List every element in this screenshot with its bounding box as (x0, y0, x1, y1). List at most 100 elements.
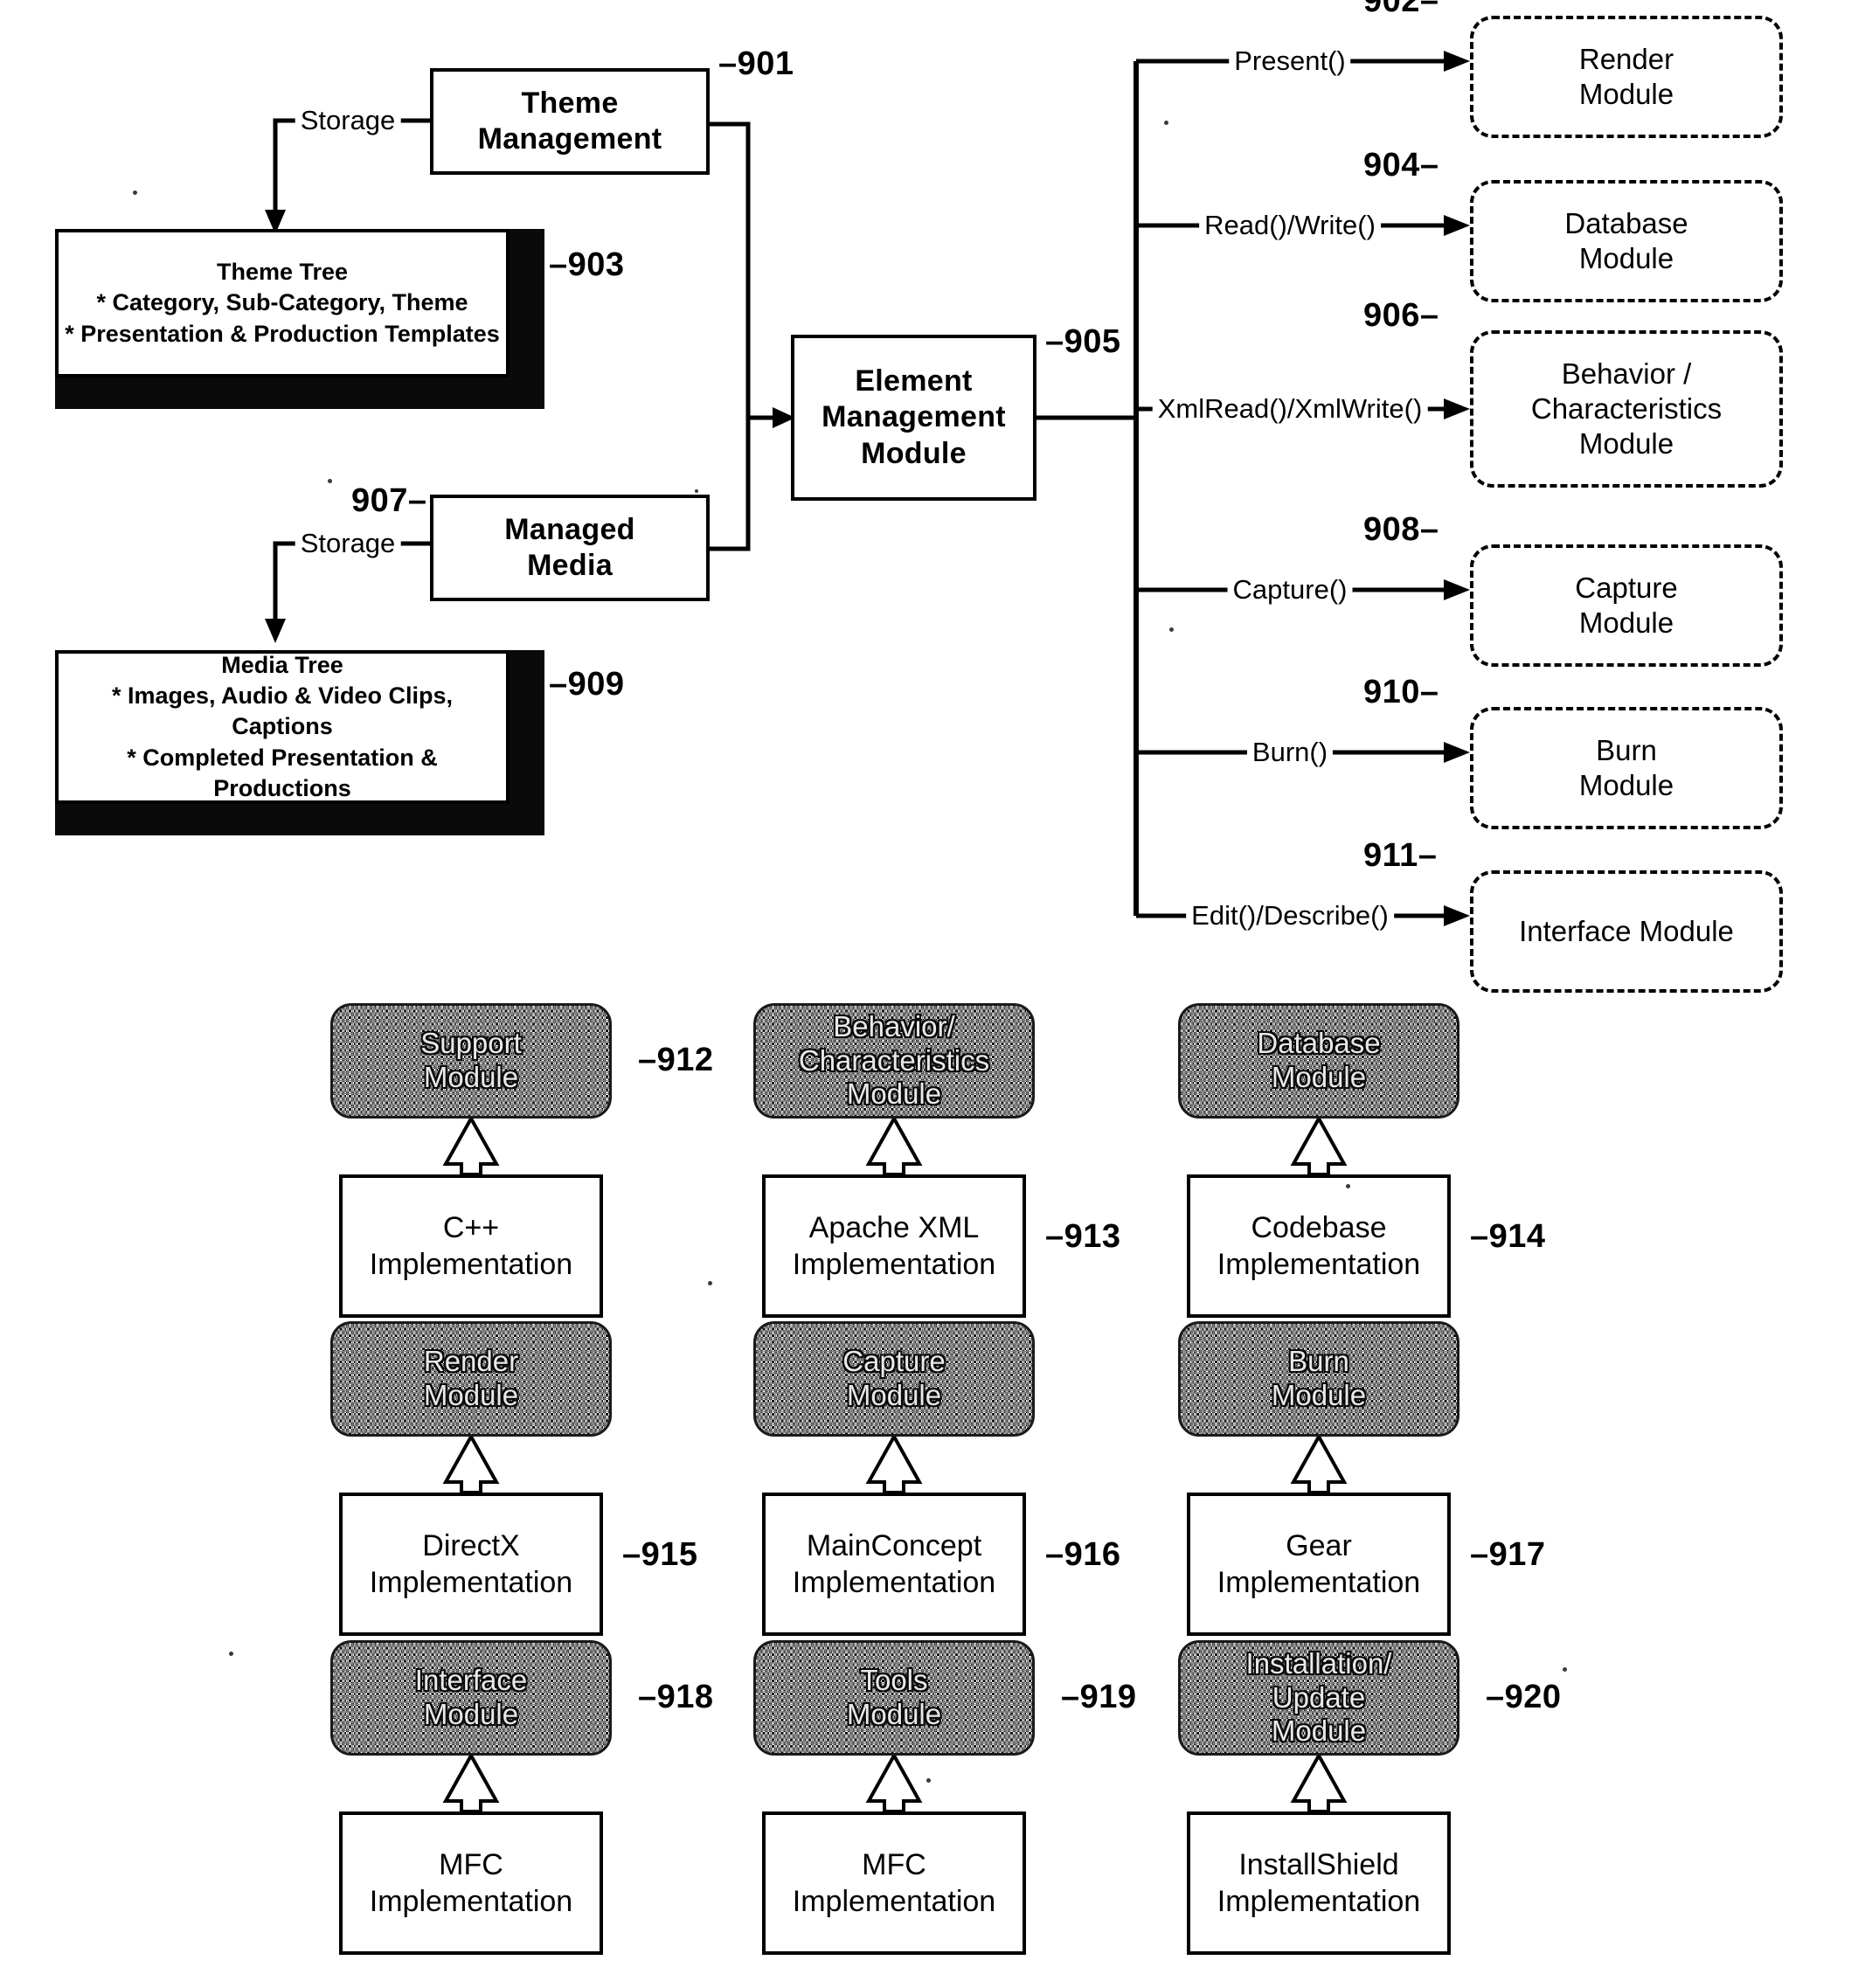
dashed-module-line1: Behavior / (1561, 357, 1692, 390)
implementation-line1: MFC (439, 1847, 503, 1881)
implementation-line1: InstallShield (1238, 1847, 1399, 1881)
shaded-module-line2: Module (423, 1379, 519, 1411)
implementation-box-2[interactable]: Apache XML Implementation (762, 1174, 1026, 1318)
media-tree-line2: * Images, Audio & Video Clips, Captions (111, 682, 454, 740)
generalization-arrow-5 (865, 1432, 923, 1494)
shaded-module-box-4[interactable]: Render Module (330, 1321, 612, 1437)
ref-implementation-2: –913 (1045, 1218, 1121, 1255)
implementation-box-9[interactable]: InstallShield Implementation (1187, 1811, 1451, 1955)
shaded-module-box-1[interactable]: Support Module (330, 1003, 612, 1119)
implementation-line1: C++ (442, 1210, 500, 1244)
shaded-module-line2: Module (846, 1698, 942, 1730)
theme-tree-store: Theme Tree * Category, Sub-Category, The… (55, 229, 544, 409)
figure-canvas: Theme Management –901 Storage Theme Tree… (0, 0, 1858, 1988)
method-label-2: Read()/Write() (1199, 210, 1381, 241)
theme-tree-line1: Theme Tree (216, 259, 349, 286)
implementation-box-3[interactable]: Codebase Implementation (1187, 1174, 1451, 1318)
dashed-module-box-6[interactable]: Interface Module (1470, 870, 1783, 993)
shaded-module-line2: Module (1271, 1379, 1367, 1411)
shaded-module-label: Installation/Update Module (1246, 1647, 1392, 1749)
dashed-module-line1: Render (1578, 42, 1674, 75)
shaded-module-line3: Module (1271, 1714, 1367, 1748)
implementation-line2: Implementation (369, 1566, 573, 1599)
connector-element-bus (1036, 61, 1139, 916)
shaded-module-box-6[interactable]: Burn Module (1178, 1321, 1459, 1437)
dashed-module-box-4[interactable]: Capture Module (1470, 544, 1783, 667)
implementation-box-4[interactable]: DirectX Implementation (339, 1493, 603, 1636)
shaded-module-label: Behavior/Characteristics Module (799, 1010, 989, 1112)
element-management-line1: Element (855, 364, 973, 398)
generalization-arrow-9 (1290, 1751, 1348, 1813)
ref-905: –905 (1045, 323, 1121, 360)
theme-tree-face[interactable]: Theme Tree * Category, Sub-Category, The… (55, 229, 510, 378)
ref-shaded-module-7: –918 (638, 1679, 714, 1715)
scan-speck (133, 190, 137, 195)
ref-module-4: 908– (1363, 511, 1439, 548)
implementation-box-6[interactable]: Gear Implementation (1187, 1493, 1451, 1636)
dashed-module-box-1[interactable]: Render Module (1470, 16, 1783, 138)
shaded-module-box-5[interactable]: Capture Module (753, 1321, 1035, 1437)
theme-management-box[interactable]: Theme Management (430, 68, 710, 175)
managed-media-box[interactable]: Managed Media (430, 495, 710, 601)
shaded-module-label: Capture Module (842, 1345, 945, 1413)
shaded-module-label: Burn Module (1272, 1345, 1366, 1413)
generalization-arrow-6 (1290, 1432, 1348, 1494)
shaded-module-line2: Module (423, 1061, 519, 1093)
implementation-box-1[interactable]: C++ Implementation (339, 1174, 603, 1318)
shaded-module-line1: Capture (842, 1345, 946, 1378)
element-management-module-box[interactable]: Element Management Module (791, 335, 1036, 501)
theme-tree-line2: * Category, Sub-Category, Theme (96, 289, 468, 316)
shaded-module-line1: Behavior/ (833, 1009, 955, 1042)
shaded-module-line3: Module (846, 1077, 942, 1111)
implementation-line1: Apache XML (808, 1210, 980, 1244)
media-tree-line3: * Completed Presentation & (127, 744, 438, 771)
dashed-module-box-3[interactable]: Behavior / Characteristics Module (1470, 330, 1783, 488)
dashed-module-box-2[interactable]: Database Module (1470, 180, 1783, 302)
implementation-box-7[interactable]: MFC Implementation (339, 1811, 603, 1955)
media-tree-line1: Media Tree (221, 652, 343, 679)
dashed-module-line1: Interface Module (1519, 914, 1734, 947)
theme-management-line2: Management (477, 122, 662, 156)
shaded-module-box-7[interactable]: Interface Module (330, 1640, 612, 1756)
generalization-arrow-2 (865, 1114, 923, 1176)
implementation-line2: Implementation (1217, 1566, 1421, 1599)
ref-907: 907– (351, 482, 427, 519)
dashed-module-line1: Capture (1575, 571, 1678, 604)
ref-909: –909 (549, 666, 625, 703)
ref-implementation-6: –917 (1470, 1536, 1546, 1573)
ref-shaded-module-8: –919 (1061, 1679, 1137, 1715)
generalization-arrow-3 (1290, 1114, 1348, 1176)
implementation-line1: Gear (1286, 1528, 1352, 1562)
shaded-module-label: Support Module (420, 1027, 522, 1095)
ref-903: –903 (549, 246, 625, 283)
ref-module-3: 906– (1363, 297, 1439, 334)
shaded-module-box-8[interactable]: Tools Module (753, 1640, 1035, 1756)
shaded-module-box-9[interactable]: Installation/Update Module (1178, 1640, 1459, 1756)
media-tree-line4: Productions (213, 774, 351, 801)
media-tree-face[interactable]: Media Tree * Images, Audio & Video Clips… (55, 650, 510, 804)
shaded-module-line1: Burn (1288, 1345, 1349, 1378)
implementation-box-5[interactable]: MainConcept Implementation (762, 1493, 1026, 1636)
dashed-module-line2: Characteristics (1530, 391, 1723, 425)
theme-management-line1: Theme (521, 86, 619, 120)
scan-speck (1346, 1184, 1350, 1188)
storage-label-theme: Storage (295, 105, 401, 136)
method-label-3: XmlRead()/XmlWrite() (1152, 393, 1428, 425)
storage-label-media: Storage (295, 528, 401, 559)
shaded-module-line1: Support (420, 1027, 522, 1060)
implementation-line1: MainConcept (806, 1528, 982, 1562)
implementation-box-8[interactable]: MFC Implementation (762, 1811, 1026, 1955)
shaded-module-line1: Tools (860, 1664, 928, 1697)
element-management-line3: Module (861, 436, 967, 470)
implementation-line2: Implementation (792, 1248, 996, 1281)
shaded-module-label: Interface Module (415, 1664, 527, 1732)
shaded-module-box-2[interactable]: Behavior/Characteristics Module (753, 1003, 1035, 1119)
shaded-module-label: Tools Module (847, 1664, 941, 1732)
shaded-module-line2: Module (423, 1698, 519, 1730)
method-label-6: Edit()/Describe() (1186, 900, 1394, 932)
shaded-module-box-3[interactable]: Database Module (1178, 1003, 1459, 1119)
generalization-arrow-4 (442, 1432, 500, 1494)
implementation-line2: Implementation (369, 1248, 573, 1281)
dashed-module-box-5[interactable]: Burn Module (1470, 707, 1783, 829)
scan-speck (1164, 121, 1168, 125)
